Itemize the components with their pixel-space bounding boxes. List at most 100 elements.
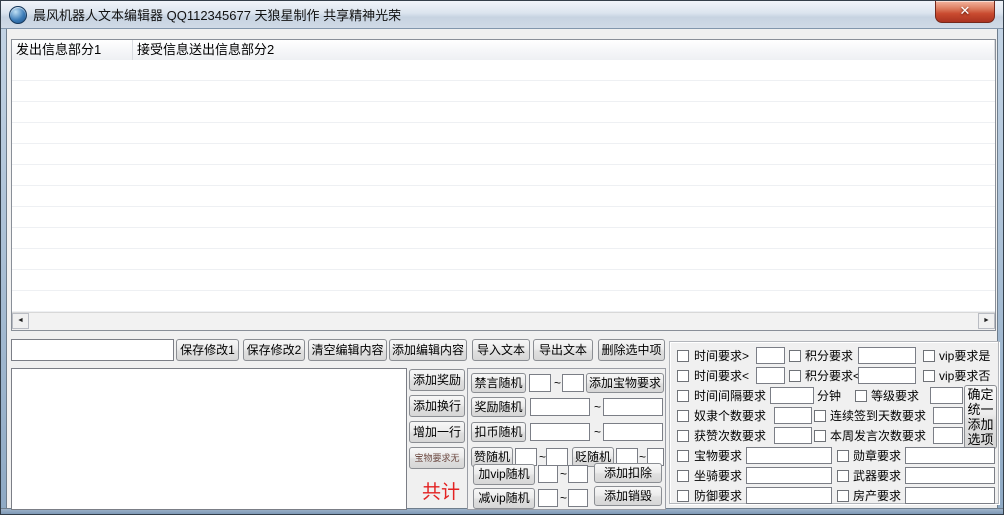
medal-label: 勋章要求 xyxy=(853,449,902,463)
mount-checkbox[interactable] xyxy=(677,470,689,482)
add-vip-tilde: ~ xyxy=(560,467,568,481)
level-checkbox[interactable] xyxy=(855,390,867,402)
points-lt-checkbox[interactable] xyxy=(789,370,801,382)
weapon-checkbox[interactable] xyxy=(837,470,849,482)
add-deduct-button[interactable]: 添加扣除 xyxy=(594,463,662,483)
medal-input[interactable] xyxy=(905,447,995,464)
house-input[interactable] xyxy=(905,487,995,504)
message-list: 发出信息部分1 接受信息送出信息部分2 ◄ ► xyxy=(11,39,996,331)
add-vip-max-input[interactable] xyxy=(568,465,588,483)
points-label: 积分要求 xyxy=(805,349,854,363)
title-bar: 晨风机器人文本编辑器 QQ112345677 天狼星制作 共享精神光荣 xyxy=(1,1,1003,29)
time-interval-label: 时间间隔要求 xyxy=(694,389,767,403)
vip-no-checkbox[interactable] xyxy=(923,370,935,382)
minutes-label: 分钟 xyxy=(817,389,842,403)
add-row-button[interactable]: 增加一行 xyxy=(409,421,465,443)
mute-random-button[interactable]: 禁言随机 xyxy=(471,373,526,393)
treasure-label: 宝物要求 xyxy=(694,449,743,463)
defense-checkbox[interactable] xyxy=(677,490,689,502)
save-edit1-button[interactable]: 保存修改1 xyxy=(176,339,239,361)
close-button[interactable]: ✕ xyxy=(935,1,995,23)
vip-yes-checkbox[interactable] xyxy=(923,350,935,362)
save-edit2-button[interactable]: 保存修改2 xyxy=(243,339,305,361)
window-border-left xyxy=(1,29,7,514)
time-lt-checkbox[interactable] xyxy=(677,370,689,382)
reward-tilde: ~ xyxy=(594,400,602,414)
time-gt-checkbox[interactable] xyxy=(677,350,689,362)
mount-label: 坐骑要求 xyxy=(694,469,743,483)
slave-count-checkbox[interactable] xyxy=(677,410,689,422)
add-vip-random-button[interactable]: 加vip随机 xyxy=(473,464,535,485)
add-vip-min-input[interactable] xyxy=(538,465,558,483)
likes-count-label: 获赞次数要求 xyxy=(694,429,767,443)
weekly-messages-input[interactable] xyxy=(933,427,963,444)
level-input[interactable] xyxy=(930,387,963,404)
vip-no-label: vip要求否 xyxy=(939,369,991,383)
treasure-input[interactable] xyxy=(746,447,832,464)
deduct-coin-tilde: ~ xyxy=(594,425,602,439)
column-header-send-part1[interactable]: 发出信息部分1 xyxy=(12,40,133,60)
sub-vip-random-button[interactable]: 减vip随机 xyxy=(473,488,535,509)
time-lt-input[interactable] xyxy=(756,367,785,384)
list-body[interactable] xyxy=(12,60,995,313)
weekly-messages-checkbox[interactable] xyxy=(814,430,826,442)
column-header-receive-part2[interactable]: 接受信息送出信息部分2 xyxy=(133,40,995,60)
demote-tilde: ~ xyxy=(639,450,647,464)
defense-input[interactable] xyxy=(746,487,832,504)
export-text-button[interactable]: 导出文本 xyxy=(533,339,593,361)
defense-label: 防御要求 xyxy=(694,489,743,503)
likes-count-checkbox[interactable] xyxy=(677,430,689,442)
confirm-unified-add-button[interactable]: 确定统一添加选项 xyxy=(964,385,997,449)
requirements-panel: 时间要求> 积分要求 vip要求是 时间要求< 积分要求< vip要求否 时间间… xyxy=(669,341,999,504)
import-text-button[interactable]: 导入文本 xyxy=(472,339,530,361)
delete-selected-button[interactable]: 删除选中项 xyxy=(598,339,665,361)
mount-input[interactable] xyxy=(746,467,832,484)
mute-max-input[interactable] xyxy=(562,374,584,392)
likes-count-input[interactable] xyxy=(774,427,812,444)
time-gt-input[interactable] xyxy=(756,347,785,364)
slave-count-input[interactable] xyxy=(774,407,812,424)
clear-edit-content-button[interactable]: 清空编辑内容 xyxy=(308,339,387,361)
message-edit-input[interactable] xyxy=(11,339,174,361)
deduct-coin-max-input[interactable] xyxy=(603,423,663,441)
weapon-label: 武器要求 xyxy=(853,469,902,483)
deduct-coin-random-button[interactable]: 扣币随机 xyxy=(471,422,526,442)
scroll-right-icon[interactable]: ► xyxy=(978,313,995,329)
time-lt-label: 时间要求< xyxy=(694,369,750,383)
reward-random-button[interactable]: 奖励随机 xyxy=(471,397,526,417)
add-treasure-requirement-button[interactable]: 添加宝物要求 xyxy=(586,373,664,393)
add-newline-button[interactable]: 添加换行 xyxy=(409,395,465,417)
treasure-checkbox[interactable] xyxy=(677,450,689,462)
medal-checkbox[interactable] xyxy=(837,450,849,462)
time-interval-checkbox[interactable] xyxy=(677,390,689,402)
reward-min-input[interactable] xyxy=(530,398,590,416)
house-label: 房产要求 xyxy=(853,489,902,503)
add-edit-content-button[interactable]: 添加编辑内容 xyxy=(389,339,467,361)
horizontal-scrollbar[interactable]: ◄ ► xyxy=(12,312,995,330)
treasure-requirement-none-button[interactable]: 宝物要求无 xyxy=(409,447,465,469)
time-interval-input[interactable] xyxy=(770,387,814,404)
points-input[interactable] xyxy=(858,347,916,364)
house-checkbox[interactable] xyxy=(837,490,849,502)
scroll-left-icon[interactable]: ◄ xyxy=(12,313,29,329)
praise-max-input[interactable] xyxy=(546,448,568,466)
scrollbar-track[interactable] xyxy=(29,313,978,330)
sub-vip-min-input[interactable] xyxy=(538,489,558,507)
app-icon[interactable] xyxy=(9,5,27,24)
editor-area[interactable] xyxy=(11,368,407,510)
mute-min-input[interactable] xyxy=(529,374,551,392)
add-reward-button[interactable]: 添加奖励 xyxy=(409,369,465,391)
sub-vip-max-input[interactable] xyxy=(568,489,588,507)
deduct-coin-min-input[interactable] xyxy=(530,423,590,441)
random-panel: 禁言随机 ~ 添加宝物要求 奖励随机 ~ 扣币随机 ~ 赞随机 ~ 贬随机 ~ … xyxy=(467,368,666,510)
weekly-messages-label: 本周发言次数要求 xyxy=(830,429,927,443)
points-checkbox[interactable] xyxy=(789,350,801,362)
signin-days-checkbox[interactable] xyxy=(814,410,826,422)
points-lt-input[interactable] xyxy=(858,367,916,384)
add-destroy-button[interactable]: 添加销毁 xyxy=(594,486,662,506)
reward-max-input[interactable] xyxy=(603,398,663,416)
time-gt-label: 时间要求> xyxy=(694,349,750,363)
signin-days-input[interactable] xyxy=(933,407,963,424)
list-header: 发出信息部分1 接受信息送出信息部分2 xyxy=(12,40,995,61)
weapon-input[interactable] xyxy=(905,467,995,484)
